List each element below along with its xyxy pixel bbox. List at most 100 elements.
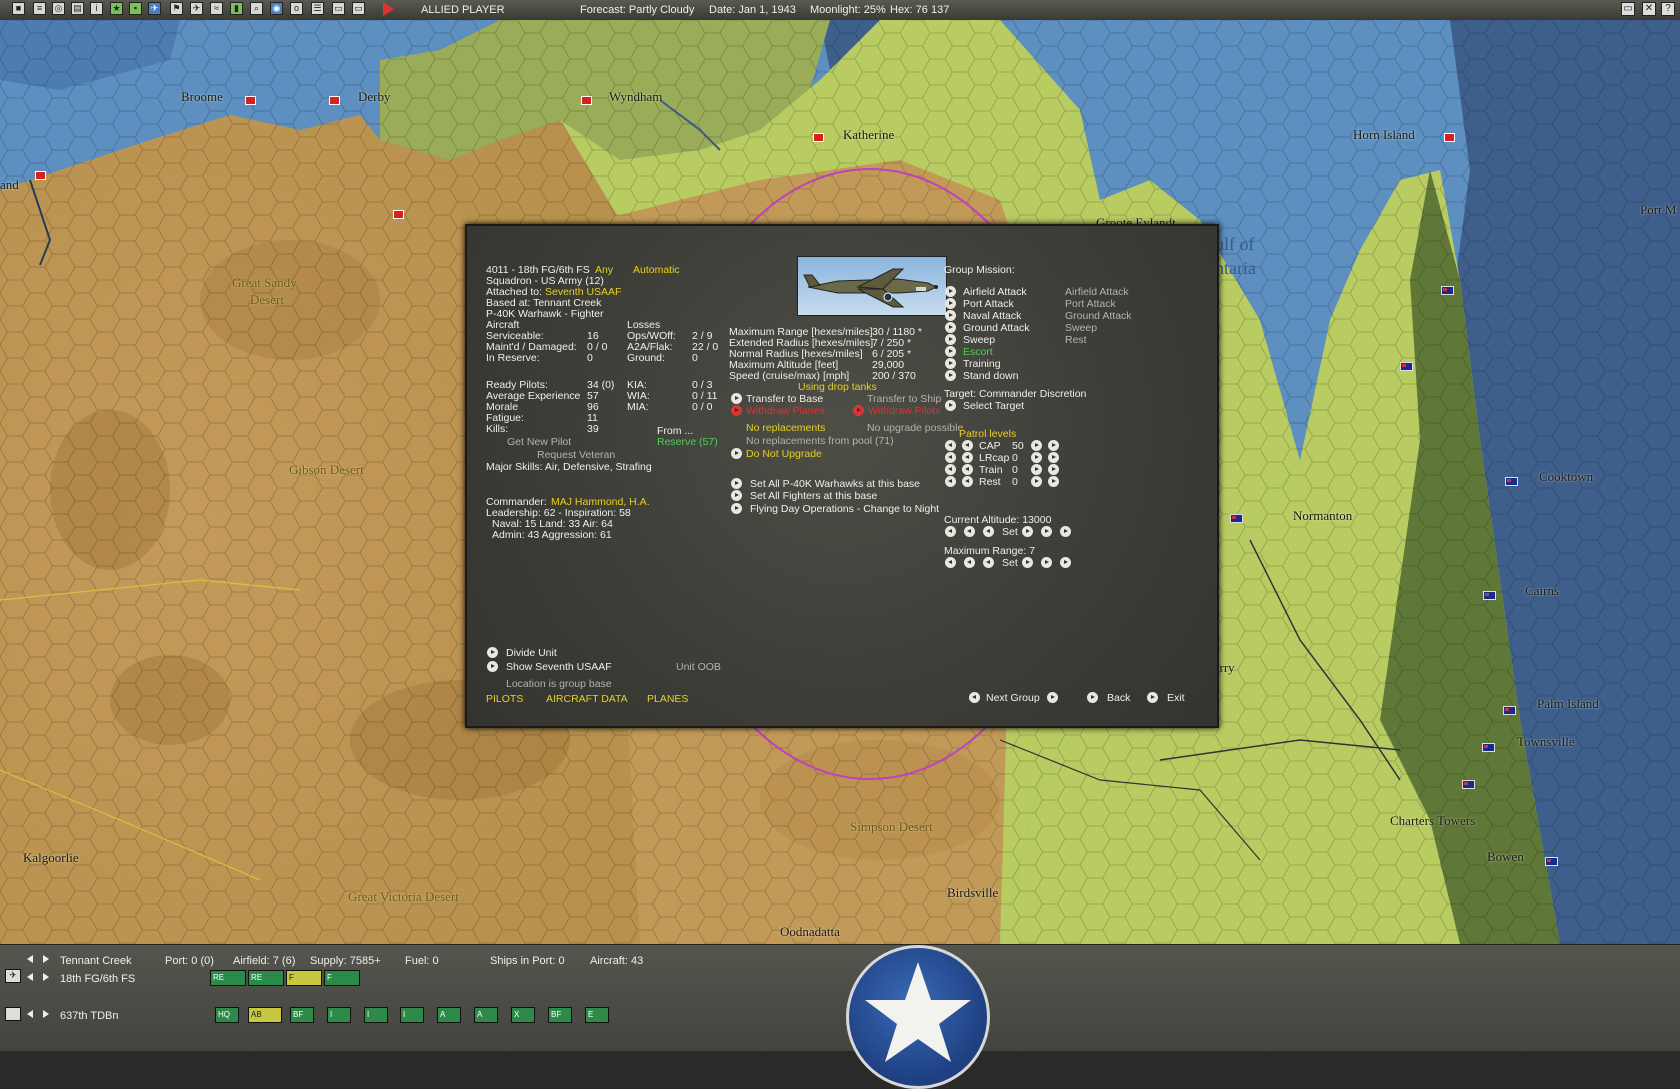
prev-base-icon[interactable]	[27, 955, 33, 963]
back-button[interactable]: Back	[1107, 692, 1130, 704]
secondary-mission[interactable]: Port Attack	[1065, 298, 1116, 310]
altitude-decrease-icon[interactable]	[983, 526, 994, 537]
base-marker[interactable]	[1444, 133, 1455, 142]
drop-tanks-toggle[interactable]: Using drop tanks	[798, 381, 877, 393]
air-icon[interactable]: ✈	[148, 2, 161, 15]
air-unit-chip[interactable]: RE	[248, 970, 284, 986]
save-icon[interactable]: ■	[12, 2, 25, 15]
air-unit-chip[interactable]: RE	[210, 970, 246, 986]
close-icon[interactable]: ✕	[1642, 2, 1656, 16]
ground-unit-chip[interactable]: A	[437, 1007, 461, 1023]
intel-icon[interactable]: ◎	[52, 2, 65, 15]
withdraw-pilots-button[interactable]: Withdraw Pilots	[868, 405, 940, 417]
flag-icon[interactable]: ⚑	[170, 2, 183, 15]
units-icon[interactable]: ▮	[230, 2, 243, 15]
mission-radio-icon[interactable]	[945, 298, 956, 309]
tab-planes[interactable]: PLANES	[647, 693, 688, 705]
increase-icon[interactable]	[1048, 440, 1059, 451]
increase-icon[interactable]	[1031, 464, 1042, 475]
altitude-increase-icon[interactable]	[1041, 526, 1052, 537]
allied-unit-icon[interactable]	[1400, 362, 1413, 371]
allied-unit-icon[interactable]	[1483, 591, 1496, 600]
ground-unit-chip[interactable]: BF	[548, 1007, 572, 1023]
base-marker[interactable]	[813, 133, 824, 142]
screen-icon-2[interactable]: ▭	[352, 2, 365, 15]
decrease-icon[interactable]	[962, 440, 973, 451]
help-icon[interactable]: ?	[1661, 2, 1675, 16]
decrease-icon[interactable]	[945, 476, 956, 487]
altitude-decrease-icon[interactable]	[945, 526, 956, 537]
altitude-increase-icon[interactable]	[1060, 526, 1071, 537]
no-replacements-toggle[interactable]: No replacements	[746, 422, 825, 434]
select-target-button[interactable]: Select Target	[963, 400, 1024, 412]
mission-stand-down[interactable]: Stand down	[963, 370, 1018, 382]
air-unit-link[interactable]: 18th FG/6th FS	[60, 973, 135, 985]
tab-pilots[interactable]: PILOTS	[486, 693, 523, 705]
prev-air-unit-icon[interactable]	[27, 973, 33, 981]
allied-unit-icon[interactable]	[1230, 514, 1243, 523]
do-not-upgrade-toggle[interactable]: Do Not Upgrade	[746, 448, 822, 460]
ground-unit-chip[interactable]: X	[511, 1007, 535, 1023]
list-icon[interactable]: ☰	[311, 2, 324, 15]
info-icon[interactable]: i	[90, 2, 103, 15]
allied-unit-icon[interactable]	[1482, 743, 1495, 752]
mission-radio-icon[interactable]	[945, 334, 956, 345]
day-night-toggle[interactable]: Flying Day Operations - Change to Night	[750, 503, 939, 515]
screen-icon[interactable]: ▭	[332, 2, 345, 15]
mission-airfield-attack[interactable]: Airfield Attack	[963, 286, 1027, 298]
mission-escort[interactable]: Escort	[963, 346, 993, 358]
ground-unit-chip-selected[interactable]: AB	[248, 1007, 282, 1023]
secondary-mission[interactable]: Airfield Attack	[1065, 286, 1129, 298]
prev-group-icon[interactable]	[969, 692, 980, 703]
increase-icon[interactable]	[1031, 476, 1042, 487]
ground-unit-chip[interactable]: HQ	[215, 1007, 239, 1023]
range-increase-icon[interactable]	[1022, 557, 1033, 568]
range-increase-icon[interactable]	[1060, 557, 1071, 568]
day-night-arrow-icon[interactable]	[731, 503, 742, 514]
ground-unit-chip[interactable]: I	[400, 1007, 424, 1023]
altitude-decrease-icon[interactable]	[964, 526, 975, 537]
base-marker[interactable]	[35, 171, 46, 180]
exit-button[interactable]: Exit	[1167, 692, 1185, 704]
ground-unit-chip[interactable]: I	[327, 1007, 351, 1023]
range-decrease-icon[interactable]	[964, 557, 975, 568]
divide-unit-arrow-icon[interactable]	[487, 647, 498, 658]
transfer-base-arrow-icon[interactable]	[731, 393, 742, 404]
withdraw-pilots-arrow-icon[interactable]	[853, 405, 864, 416]
reserve-link[interactable]: Reserve (57)	[657, 436, 718, 448]
do-not-upgrade-arrow-icon[interactable]	[731, 448, 742, 459]
exit-arrow-icon[interactable]	[1147, 692, 1158, 703]
base-name-link[interactable]: Tennant Creek	[60, 955, 132, 967]
air-unit-icon[interactable]: ✈	[5, 969, 21, 983]
decrease-icon[interactable]	[962, 476, 973, 487]
mission-naval-attack[interactable]: Naval Attack	[963, 310, 1021, 322]
request-veteran-button[interactable]: Request Veteran	[537, 449, 615, 461]
allied-unit-icon[interactable]	[1505, 477, 1518, 486]
ob-icon[interactable]: o	[290, 2, 303, 15]
planes-icon[interactable]: ✈	[190, 2, 203, 15]
mission-ground-attack[interactable]: Ground Attack	[963, 322, 1030, 334]
next-group-icon[interactable]	[1047, 692, 1058, 703]
set-all-type-arrow-icon[interactable]	[731, 478, 742, 489]
allied-unit-icon[interactable]	[1503, 706, 1516, 715]
set-all-type-button[interactable]: Set All P-40K Warhawks at this base	[750, 478, 920, 490]
base-marker[interactable]	[245, 96, 256, 105]
mission-radio-icon[interactable]	[945, 346, 956, 357]
ground-unit-chip[interactable]: I	[364, 1007, 388, 1023]
secondary-mission[interactable]: Sweep	[1065, 322, 1097, 334]
increase-icon[interactable]	[1031, 452, 1042, 463]
increase-icon[interactable]	[1048, 452, 1059, 463]
allied-unit-icon[interactable]	[1462, 780, 1475, 789]
search-icon[interactable]: ⌕	[250, 2, 263, 15]
minimize-icon[interactable]: ▭	[1621, 2, 1635, 16]
back-arrow-icon[interactable]	[1087, 692, 1098, 703]
decrease-icon[interactable]	[945, 464, 956, 475]
decrease-icon[interactable]	[962, 452, 973, 463]
increase-icon[interactable]	[1048, 464, 1059, 475]
report-icon[interactable]: ≡	[33, 2, 46, 15]
mission-radio-icon[interactable]	[945, 322, 956, 333]
increase-icon[interactable]	[1048, 476, 1059, 487]
decrease-icon[interactable]	[945, 452, 956, 463]
ground-unit-link[interactable]: 637th TDBn	[60, 1010, 119, 1022]
base-marker[interactable]	[329, 96, 340, 105]
